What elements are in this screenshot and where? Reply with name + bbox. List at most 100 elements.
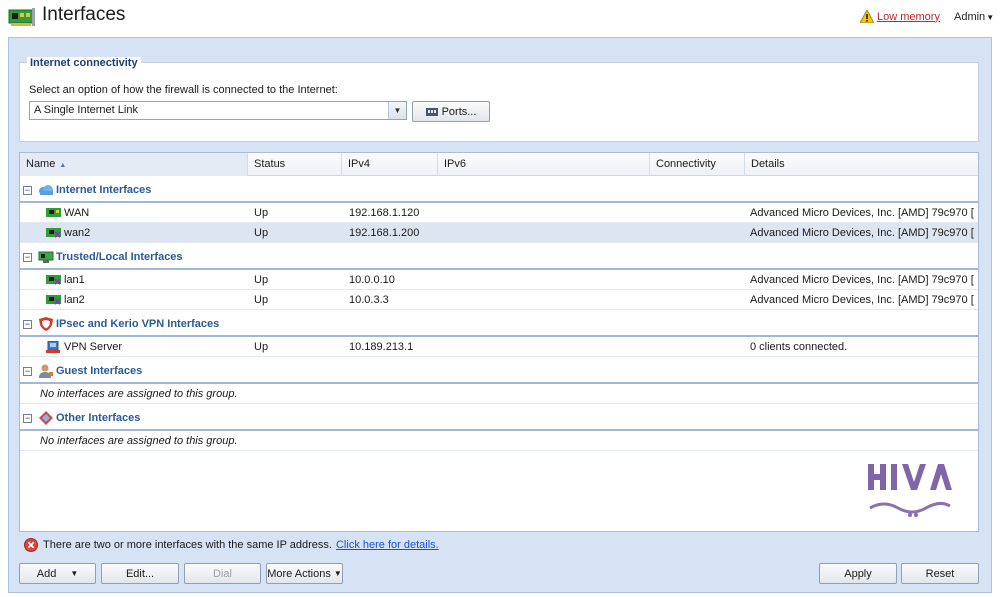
interface-name: lan2 [64, 294, 85, 306]
error-icon [24, 538, 38, 552]
interface-status: Up [254, 294, 269, 306]
ethernet-interface-icon [46, 208, 61, 217]
interface-details: Advanced Micro Devices, Inc. [AMD] 79c97… [750, 207, 974, 219]
chevron-down-icon[interactable]: ▼ [388, 102, 406, 119]
connectivity-select[interactable]: A Single Internet Link ▼ [29, 101, 407, 120]
network-card-icon [8, 8, 35, 26]
interface-ipv4: 10.189.213.1 [349, 341, 414, 353]
empty-group-message: No interfaces are assigned to this group… [40, 435, 238, 447]
interface-ipv4: 192.168.1.200 [349, 227, 420, 239]
warning-icon [860, 10, 874, 23]
group-guest-interfaces[interactable]: − Guest Interfaces [20, 360, 978, 384]
chevron-down-icon: ▼ [333, 569, 342, 578]
connectivity-select-value: A Single Internet Link [34, 104, 138, 116]
group-trusted-local-interfaces[interactable]: − Trusted/Local Interfaces [20, 246, 978, 270]
group-label: Other Interfaces [56, 412, 141, 424]
column-header-status[interactable]: Status [248, 153, 342, 176]
group-label: Guest Interfaces [56, 365, 143, 377]
shield-icon [39, 317, 53, 331]
table-row[interactable]: lan2 Up 10.0.3.3 Advanced Micro Devices,… [20, 290, 978, 310]
low-memory-warning: Low memory [860, 10, 940, 23]
table-row[interactable]: wan2 Up 192.168.1.200 Advanced Micro Dev… [20, 223, 978, 243]
interface-ipv4: 10.0.3.3 [349, 294, 389, 306]
chevron-down-icon: ▼ [986, 13, 995, 22]
ports-button-label: Ports... [441, 105, 477, 118]
column-header-ipv4[interactable]: IPv4 [342, 153, 438, 176]
column-header-connectivity[interactable]: Connectivity [650, 153, 745, 176]
interface-ipv4: 192.168.1.120 [349, 207, 420, 219]
column-label: Connectivity [656, 158, 716, 170]
group-ipsec-vpn-interfaces[interactable]: − IPsec and Kerio VPN Interfaces [20, 313, 978, 337]
reset-button[interactable]: Reset [901, 563, 979, 584]
hiva-watermark-logo [864, 462, 956, 520]
low-memory-link[interactable]: Low memory [877, 11, 940, 23]
collapse-toggle-icon[interactable]: − [23, 367, 32, 376]
collapse-toggle-icon[interactable]: − [23, 253, 32, 262]
vpn-server-icon [46, 341, 60, 353]
dial-button-label: Dial [213, 567, 232, 580]
guest-user-icon [39, 364, 53, 378]
interface-status: Up [254, 207, 269, 219]
interface-status: Up [254, 274, 269, 286]
group-other-interfaces[interactable]: − Other Interfaces [20, 407, 978, 431]
column-label: Status [254, 158, 286, 170]
edit-button-label: Edit... [125, 567, 155, 580]
apply-button[interactable]: Apply [819, 563, 897, 584]
table-row[interactable]: lan1 Up 10.0.0.10 Advanced Micro Devices… [20, 270, 978, 290]
table-row: No interfaces are assigned to this group… [20, 431, 978, 451]
column-header-details[interactable]: Details [745, 153, 978, 176]
interface-details: 0 clients connected. [750, 341, 848, 353]
more-actions-button[interactable]: More Actions ▼ [266, 563, 343, 584]
interface-name: wan2 [64, 227, 91, 239]
interface-status: Up [254, 227, 269, 239]
sort-ascending-icon: ▲ [59, 162, 67, 169]
interface-name: WAN [64, 207, 90, 219]
column-label: IPv4 [348, 158, 371, 170]
connectivity-prompt: Select an option of how the firewall is … [29, 84, 338, 96]
dial-button[interactable]: Dial [184, 563, 261, 584]
column-header-ipv6[interactable]: IPv6 [438, 153, 650, 176]
add-button[interactable]: Add ▼ [19, 563, 96, 584]
grid-header: Name ▲ Status IPv4 IPv6 Connectivity Deta… [20, 153, 978, 176]
ethernet-interface-icon [46, 295, 61, 305]
table-row[interactable]: WAN Up 192.168.1.120 Advanced Micro Devi… [20, 203, 978, 223]
more-actions-label: More Actions [267, 567, 331, 580]
interface-status: Up [254, 341, 269, 353]
add-button-label: Add [36, 567, 57, 580]
apply-button-label: Apply [844, 567, 872, 580]
column-header-name[interactable]: Name ▲ [20, 153, 248, 176]
interface-name: VPN Server [64, 341, 123, 353]
duplicate-ip-error: There are two or more interfaces with th… [24, 538, 439, 552]
error-details-link[interactable]: Click here for details. [336, 539, 439, 551]
column-label: IPv6 [444, 158, 467, 170]
table-row[interactable]: VPN Server Up 10.189.213.1 0 clients con… [20, 337, 978, 357]
edit-button[interactable]: Edit... [101, 563, 179, 584]
ports-button[interactable]: Ports... [412, 101, 490, 122]
group-label: Trusted/Local Interfaces [56, 251, 183, 263]
ethernet-interface-icon [46, 275, 61, 285]
empty-group-message: No interfaces are assigned to this group… [40, 388, 238, 400]
error-message: There are two or more interfaces with th… [43, 539, 332, 551]
interface-details: Advanced Micro Devices, Inc. [AMD] 79c97… [750, 294, 974, 306]
interface-details: Advanced Micro Devices, Inc. [AMD] 79c97… [750, 227, 974, 239]
admin-menu[interactable]: Admin▼ [954, 11, 994, 23]
ports-icon [425, 107, 438, 116]
reset-button-label: Reset [925, 567, 955, 580]
cloud-icon [39, 185, 53, 195]
collapse-toggle-icon[interactable]: − [23, 414, 32, 423]
interfaces-grid: Name ▲ Status IPv4 IPv6 Connectivity Deta… [19, 152, 979, 532]
page-title: Interfaces [42, 4, 126, 25]
chevron-down-icon: ▼ [70, 569, 79, 578]
collapse-toggle-icon[interactable]: − [23, 320, 32, 329]
collapse-toggle-icon[interactable]: − [23, 186, 32, 195]
interface-details: Advanced Micro Devices, Inc. [AMD] 79c97… [750, 274, 974, 286]
table-row: No interfaces are assigned to this group… [20, 384, 978, 404]
column-label: Details [751, 158, 785, 170]
local-network-icon [38, 251, 54, 263]
page-header: Interfaces Low memory Admin▼ [0, 0, 1000, 36]
interface-name: lan1 [64, 274, 85, 286]
other-interfaces-icon [39, 411, 53, 425]
group-internet-interfaces[interactable]: − Internet Interfaces [20, 179, 978, 203]
interface-ipv4: 10.0.0.10 [349, 274, 395, 286]
column-label: Name [26, 158, 56, 170]
